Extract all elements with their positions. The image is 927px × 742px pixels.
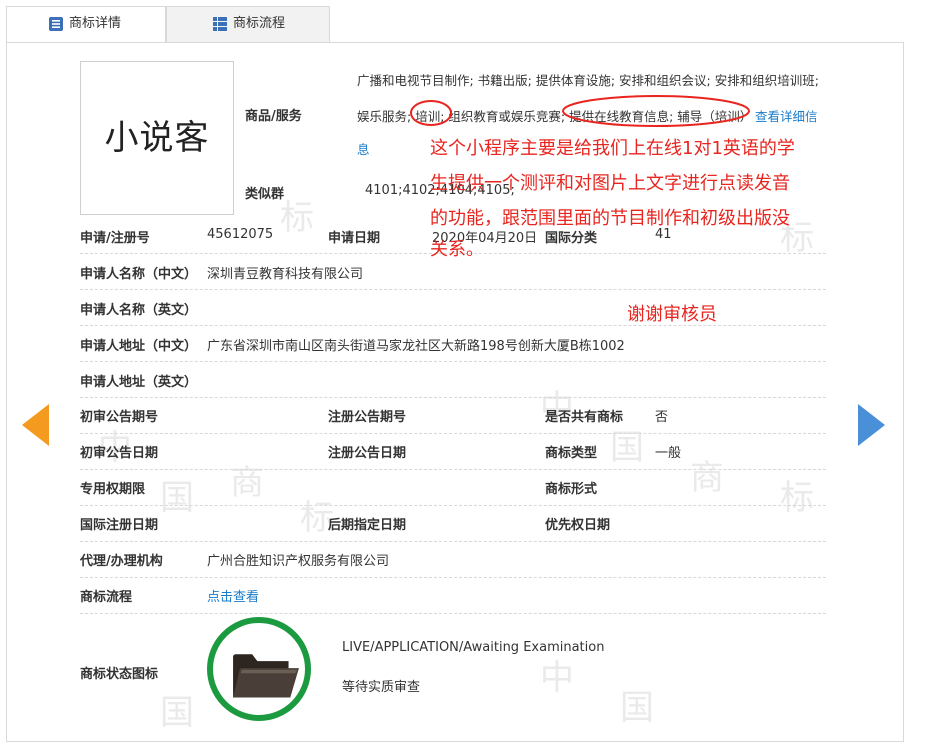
reg-pub-date-label: 注册公告日期: [328, 446, 407, 461]
mark-form-label: 商标形式: [545, 482, 598, 497]
goods-item: 组织教育或娱乐竞赛;: [448, 109, 566, 124]
watermark: 国: [160, 693, 194, 733]
goods-item: 娱乐服务;: [357, 109, 412, 124]
agent-label: 代理/办理机构: [80, 554, 163, 569]
applicant-cn-value: 深圳青豆教育科技有限公司: [207, 267, 364, 282]
annotation-line-3: 的功能，跟范围里面的节目制作和初级出版没: [430, 208, 790, 229]
prelim-date-label: 初审公告日期: [80, 446, 159, 461]
watermark: 国: [620, 688, 654, 728]
goods-line-1: 广播和电视节目制作; 书籍出版; 提供体育设施; 安排和组织会议; 安排和组织培…: [357, 73, 819, 88]
divider: [80, 289, 826, 290]
address-cn-label: 申请人地址（中文）: [80, 339, 198, 354]
agent-value: 广州合胜知识产权服务有限公司: [207, 554, 390, 569]
exclusive-period-label: 专用权期限: [80, 482, 146, 497]
divider: [80, 577, 826, 578]
divider: [80, 505, 826, 506]
reg-no-label: 申请/注册号: [80, 231, 150, 246]
flow-label: 商标流程: [80, 590, 133, 605]
reg-no-value: 45612075: [207, 227, 274, 242]
divider: [80, 469, 826, 470]
tab-trademark-process[interactable]: 商标流程: [166, 6, 330, 42]
tab-label: 商标流程: [233, 16, 286, 31]
annotation-line-1: 这个小程序主要是给我们上在线1对1英语的学: [430, 138, 795, 159]
intl-reg-date-label: 国际注册日期: [80, 518, 159, 533]
status-icon: [207, 617, 311, 721]
trademark-image: 小说客: [80, 61, 234, 215]
watermark: 国: [610, 428, 644, 468]
applicant-cn-label: 申请人名称（中文）: [80, 267, 198, 282]
apply-date-label: 申请日期: [328, 231, 381, 246]
divider: [80, 541, 826, 542]
tab-label: 商标详情: [69, 16, 122, 31]
tab-bar: 商标详情 商标流程: [0, 0, 927, 43]
goods-item-online-education: 提供在线教育信息; 辅导（培训）: [569, 109, 753, 124]
status-icon-label: 商标状态图标: [80, 667, 159, 682]
similar-group-label: 类似群: [245, 187, 285, 202]
flow-view-link[interactable]: 点击查看: [207, 586, 259, 605]
annotation-thanks: 谢谢审核员: [627, 304, 717, 325]
next-arrow-icon[interactable]: [858, 404, 885, 446]
folder-icon: [233, 654, 299, 698]
trademark-logo-text: 小说客: [104, 118, 210, 158]
annotation-line-2: 生提供一个测评和对图片上文字进行点读发音: [430, 173, 790, 194]
reg-pub-no-label: 注册公告期号: [328, 410, 407, 425]
goods-services-label: 商品/服务: [245, 109, 302, 124]
later-designation-label: 后期指定日期: [328, 518, 407, 533]
address-cn-value: 广东省深圳市南山区南头街道马家龙社区大新路198号创新大厦B栋1002: [207, 339, 625, 354]
list-icon: [49, 17, 63, 31]
goods-line-2: 娱乐服务; 培训; 组织教育或娱乐竞赛; 提供在线教育信息; 辅导（培训）: [357, 106, 752, 125]
mark-type-label: 商标类型: [545, 446, 598, 461]
prev-arrow-icon[interactable]: [22, 404, 49, 446]
watermark: 中: [540, 658, 574, 698]
watermark: 国: [160, 478, 194, 518]
view-details-link-cont[interactable]: 息: [357, 139, 370, 158]
watermark: 标: [280, 198, 314, 238]
divider: [80, 397, 826, 398]
status-cn: 等待实质审查: [342, 680, 421, 695]
mark-type-value: 一般: [655, 446, 682, 461]
tab-trademark-detail[interactable]: 商标详情: [6, 6, 166, 43]
view-details-link[interactable]: 查看详细信: [755, 106, 818, 125]
watermark: 商: [690, 458, 724, 498]
goods-item-training: 培训;: [415, 109, 445, 124]
applicant-en-label: 申请人名称（英文）: [80, 303, 198, 318]
shared-value: 否: [655, 410, 669, 425]
divider: [80, 433, 826, 434]
prelim-no-label: 初审公告期号: [80, 410, 159, 425]
shared-label: 是否共有商标: [545, 410, 624, 425]
annotation-line-4: 关系。: [430, 239, 484, 260]
grid-icon: [213, 17, 227, 31]
status-en: LIVE/APPLICATION/Awaiting Examination: [342, 640, 605, 655]
divider: [80, 361, 826, 362]
watermark: 标: [780, 478, 814, 518]
priority-date-label: 优先权日期: [545, 518, 611, 533]
divider: [80, 613, 826, 614]
address-en-label: 申请人地址（英文）: [80, 375, 198, 390]
watermark: 商: [230, 463, 264, 503]
